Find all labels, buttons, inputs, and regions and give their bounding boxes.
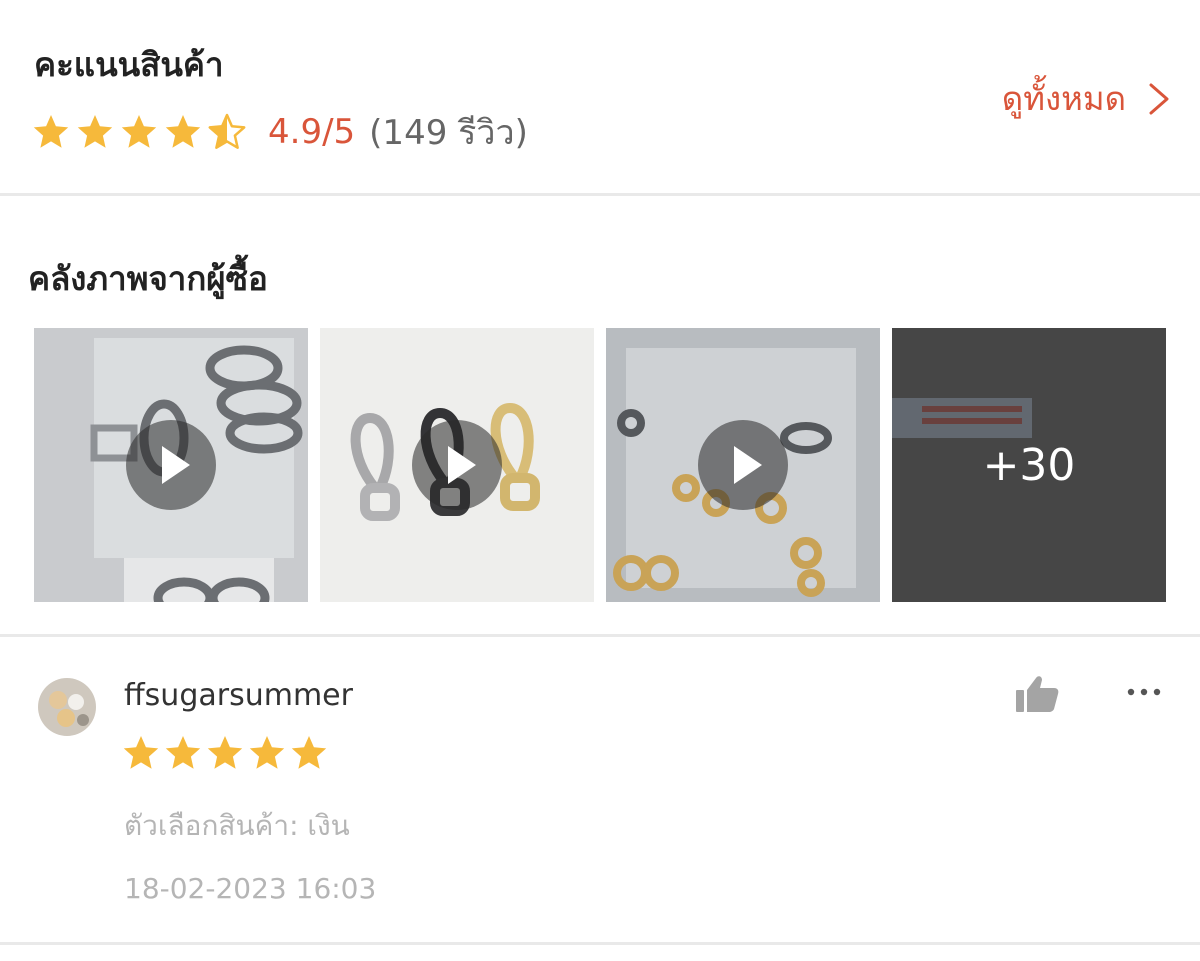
buyer-gallery-section: คลังภาพจากผู้ซื้อ +30: [0, 196, 1200, 634]
play-icon: [698, 420, 788, 510]
more-dots-icon[interactable]: [1126, 684, 1162, 700]
rating-stars: [32, 113, 246, 151]
review-variation: ตัวเลือกสินค้า: เงิน: [124, 809, 350, 842]
star-full-icon: [165, 115, 201, 148]
star-full-icon: [165, 736, 201, 769]
see-all-link[interactable]: ดูทั้งหมด: [1002, 72, 1170, 125]
review-item: ffsugarsummer ตัวเลือกสินค้า: เงิน 18-02…: [0, 638, 1200, 942]
star-full-icon: [249, 736, 285, 769]
review-count: (149 รีวิว): [369, 113, 528, 153]
gallery-more[interactable]: +30: [892, 328, 1166, 602]
gallery-video-1[interactable]: [34, 328, 308, 602]
star-full-icon: [77, 115, 113, 148]
divider: [0, 634, 1200, 637]
more-overlay: +30: [892, 328, 1166, 602]
star-full-icon: [121, 115, 157, 148]
play-icon: [126, 420, 216, 510]
see-all-label: ดูทั้งหมด: [1001, 79, 1126, 118]
star-full-icon: [123, 736, 159, 769]
star-full-icon: [207, 736, 243, 769]
star-full-icon: [33, 115, 69, 148]
rating-title: คะแนนสินค้า: [34, 45, 224, 84]
review-stars: [122, 734, 328, 772]
rating-row: 4.9/5 (149 รีวิว): [32, 108, 528, 156]
gallery-video-3[interactable]: [606, 328, 880, 602]
thumbs-up-icon[interactable]: [1014, 674, 1060, 714]
review-date: 18-02-2023 16:03: [124, 872, 377, 905]
rating-section: คะแนนสินค้า 4.9/5 (149 รีวิว) ดูทั้งหมด: [0, 0, 1200, 193]
chevron-right-icon: [1149, 83, 1169, 114]
reviewer-username: ffsugarsummer: [124, 678, 353, 713]
divider: [0, 942, 1200, 945]
gallery-title: คลังภาพจากผู้ซื้อ: [28, 259, 268, 298]
avatar[interactable]: [38, 678, 96, 736]
rating-score: 4.9/5: [268, 112, 356, 152]
gallery-video-2[interactable]: [320, 328, 594, 602]
play-icon: [412, 420, 502, 510]
more-photos-count: +30: [982, 439, 1076, 491]
star-half-icon: [208, 113, 246, 149]
star-full-icon: [291, 736, 327, 769]
